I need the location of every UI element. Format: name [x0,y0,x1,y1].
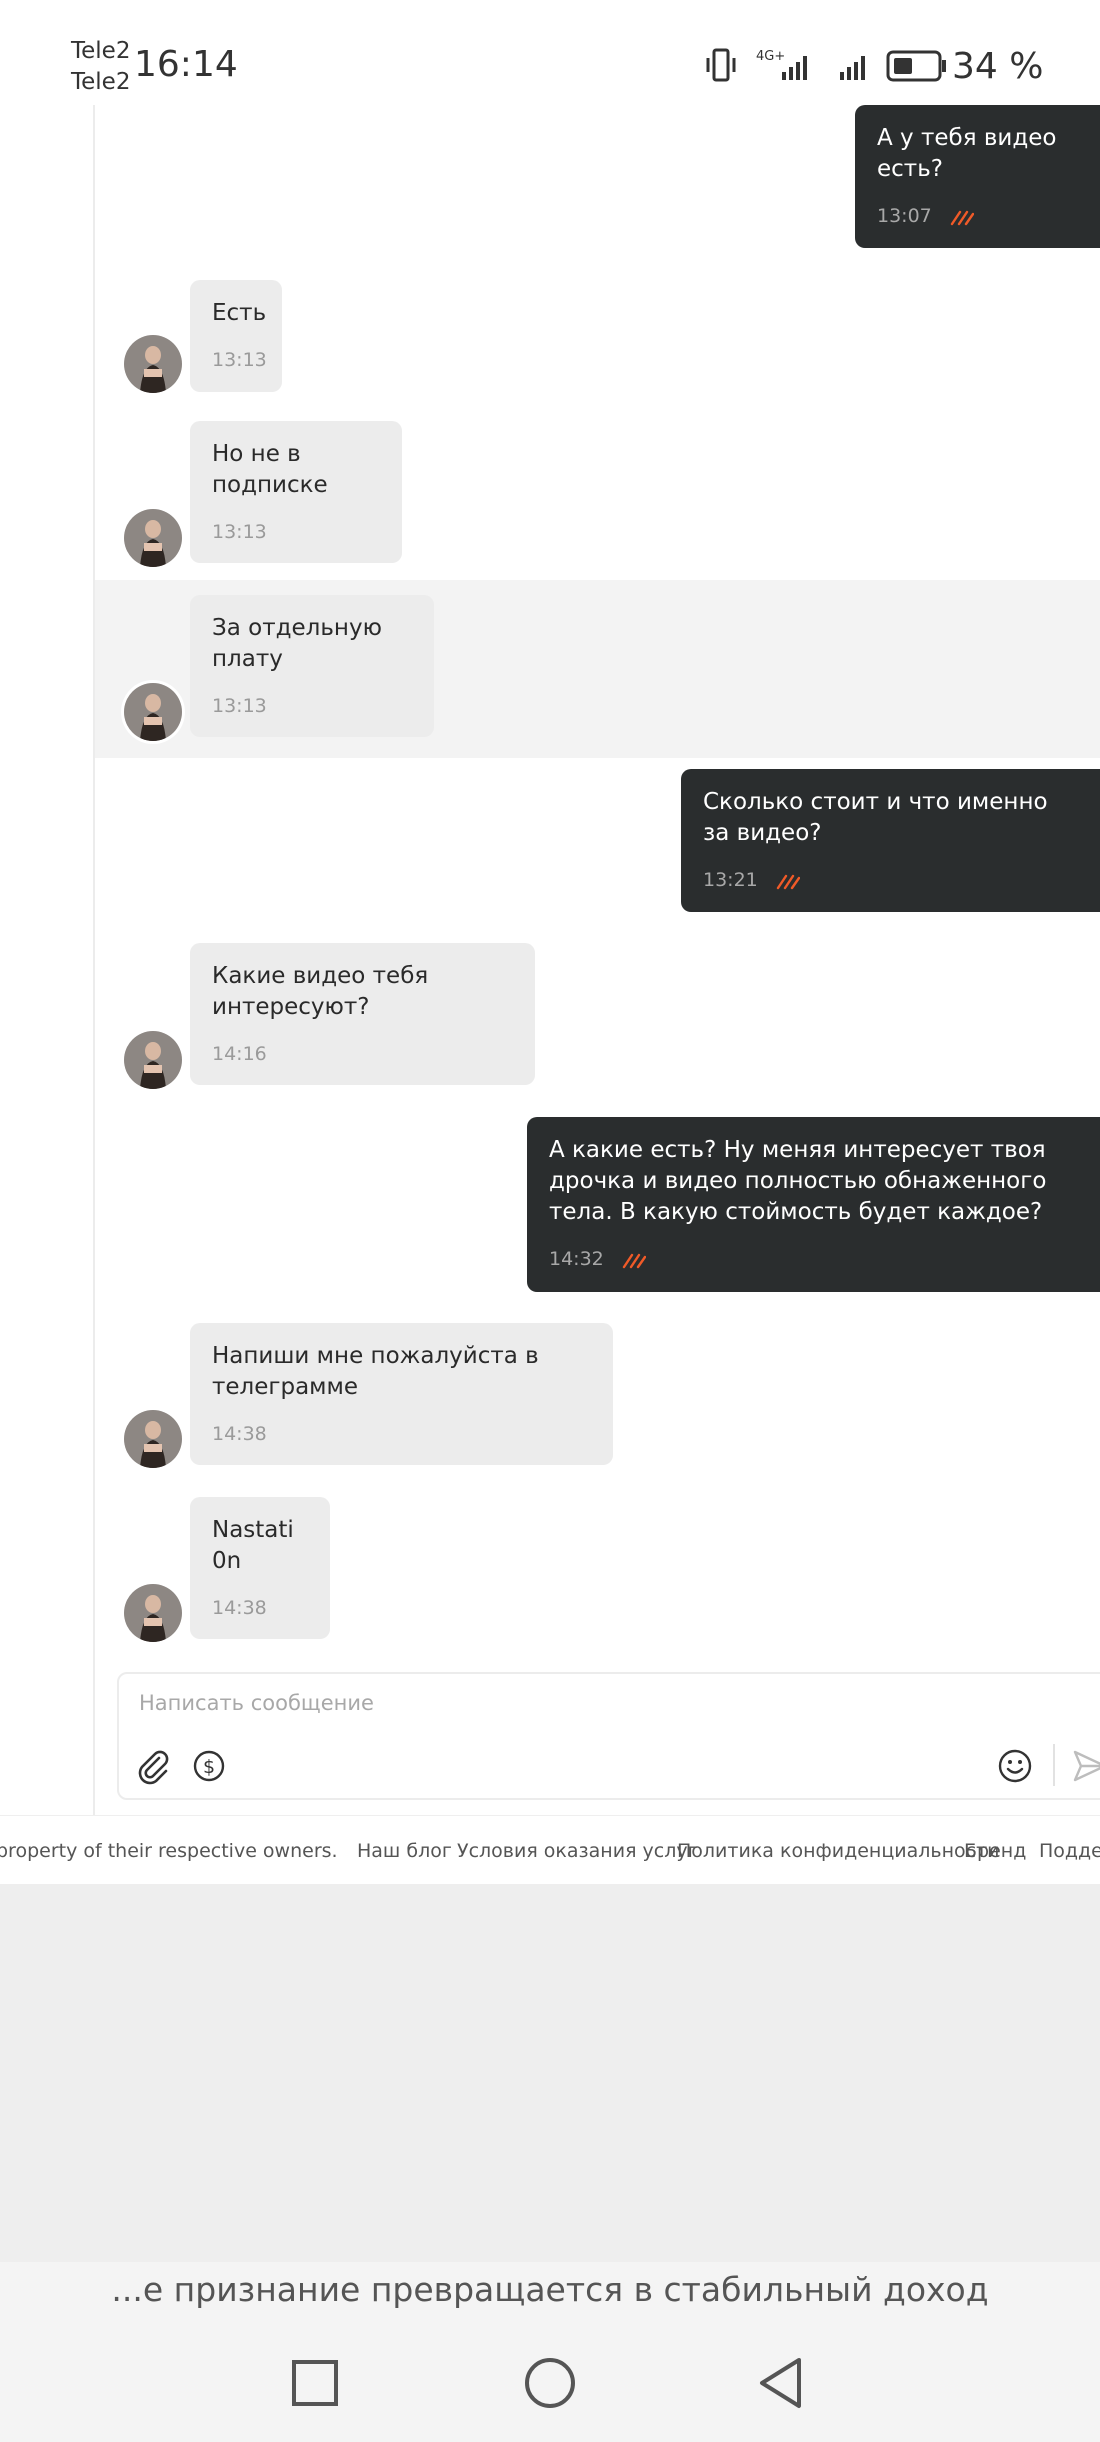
signal-strength-icon-2 [840,56,865,80]
avatar-image [124,509,182,567]
vibrate-icon [706,48,736,82]
message-incoming[interactable]: За отдельную плату 13:13 [190,595,434,737]
message-time-row: 13:07 [877,201,1078,232]
promo-banner-text: ...е признание превращается в стабильный… [111,2270,989,2309]
sender-avatar[interactable] [124,509,182,567]
avatar-image [124,683,182,741]
footer-link-terms[interactable]: Условия оказания услуг [457,1840,698,1862]
message-text: Сколько стоит и что именно за видео? [703,789,1048,846]
message-text: А у тебя видео есть? [877,125,1057,182]
message-time-row: 14:32 [549,1244,1078,1275]
composer-divider [1053,1744,1055,1786]
message-time: 13:21 [703,869,758,891]
status-bar: Tele2 Tele2 16:14 4G+ 34 % [0,0,1100,105]
svg-text:$: $ [203,1756,215,1778]
message-outgoing[interactable]: А какие есть? Ну меняя интересует твоя д… [527,1117,1100,1292]
avatar-image [124,1584,182,1642]
message-incoming[interactable]: Есть 13:13 [190,280,282,392]
sender-avatar[interactable] [124,683,182,741]
message-input[interactable] [137,1684,1041,1722]
carrier-name-2: Tele2 [71,69,131,95]
message-time: 13:13 [212,521,267,543]
send-icon[interactable] [1069,1746,1100,1786]
message-time-row: 13:21 [703,865,1078,896]
message-time: 14:32 [549,1248,604,1270]
battery-icon [886,50,946,82]
sender-avatar[interactable] [124,1584,182,1642]
footer-link-brand[interactable]: Бренд [964,1840,1026,1862]
message-outgoing[interactable]: А у тебя видео есть? 13:07 [855,105,1100,248]
site-footer: property of their respective owners. Наш… [0,1815,1100,1884]
sender-avatar[interactable] [124,1031,182,1089]
message-outgoing[interactable]: Сколько стоит и что именно за видео? 13:… [681,769,1100,912]
carrier-name-1: Tele2 [71,38,131,64]
message-text: Но не в подписке [212,441,328,498]
footer-link-support[interactable]: Поддер [1039,1840,1100,1862]
read-receipt-icon [622,1253,646,1268]
message-time: 13:13 [212,349,267,371]
message-text: Какие видео тебя интересуют? [212,963,429,1020]
footer-link-blog[interactable]: Наш блог [357,1840,452,1862]
read-receipt-icon [776,874,800,889]
message-text: Есть [212,300,267,326]
back-button[interactable] [754,2355,810,2411]
message-text: А какие есть? Ну меняя интересует твоя д… [549,1137,1047,1225]
message-incoming[interactable]: Напиши мне пожалуйста в телеграмме 14:38 [190,1323,613,1465]
message-time: 14:16 [212,1043,267,1065]
empty-page-area [0,1884,1100,2262]
sender-avatar[interactable] [124,335,182,393]
chat-left-border [93,105,95,1815]
status-clock: 16:14 [134,44,238,85]
network-type-label: 4G+ [756,49,785,64]
message-time: 14:38 [212,1597,267,1619]
battery-percent: 34 % [952,46,1044,87]
message-composer: $ [117,1672,1100,1800]
paperclip-icon[interactable] [133,1746,173,1786]
dollar-icon[interactable]: $ [189,1746,229,1786]
message-incoming[interactable]: Nastati0n 14:38 [190,1497,330,1639]
signal-strength-icon [782,56,807,80]
message-incoming[interactable]: Но не в подписке 13:13 [190,421,402,563]
avatar-image [124,335,182,393]
avatar-image [124,1031,182,1089]
read-receipt-icon [950,210,974,225]
message-time: 13:13 [212,695,267,717]
message-incoming[interactable]: Какие видео тебя интересуют? 14:16 [190,943,535,1085]
emoji-icon[interactable] [995,1746,1035,1786]
message-text: Напиши мне пожалуйста в телеграмме [212,1343,539,1400]
message-time: 14:38 [212,1423,267,1445]
message-text: За отдельную плату [212,615,382,672]
recent-apps-button[interactable] [287,2355,343,2411]
footer-link-privacy[interactable]: Политика конфиденциальности [677,1840,1000,1862]
sender-avatar[interactable] [124,1410,182,1468]
footer-copyright: property of their respective owners. [0,1840,338,1862]
message-text: Nastati0n [212,1517,294,1574]
avatar-image [124,1410,182,1468]
message-time: 13:07 [877,205,932,227]
chat-thread[interactable]: А у тебя видео есть? 13:07 Есть 13:13 Но… [0,105,1100,1815]
home-button[interactable] [522,2355,578,2411]
